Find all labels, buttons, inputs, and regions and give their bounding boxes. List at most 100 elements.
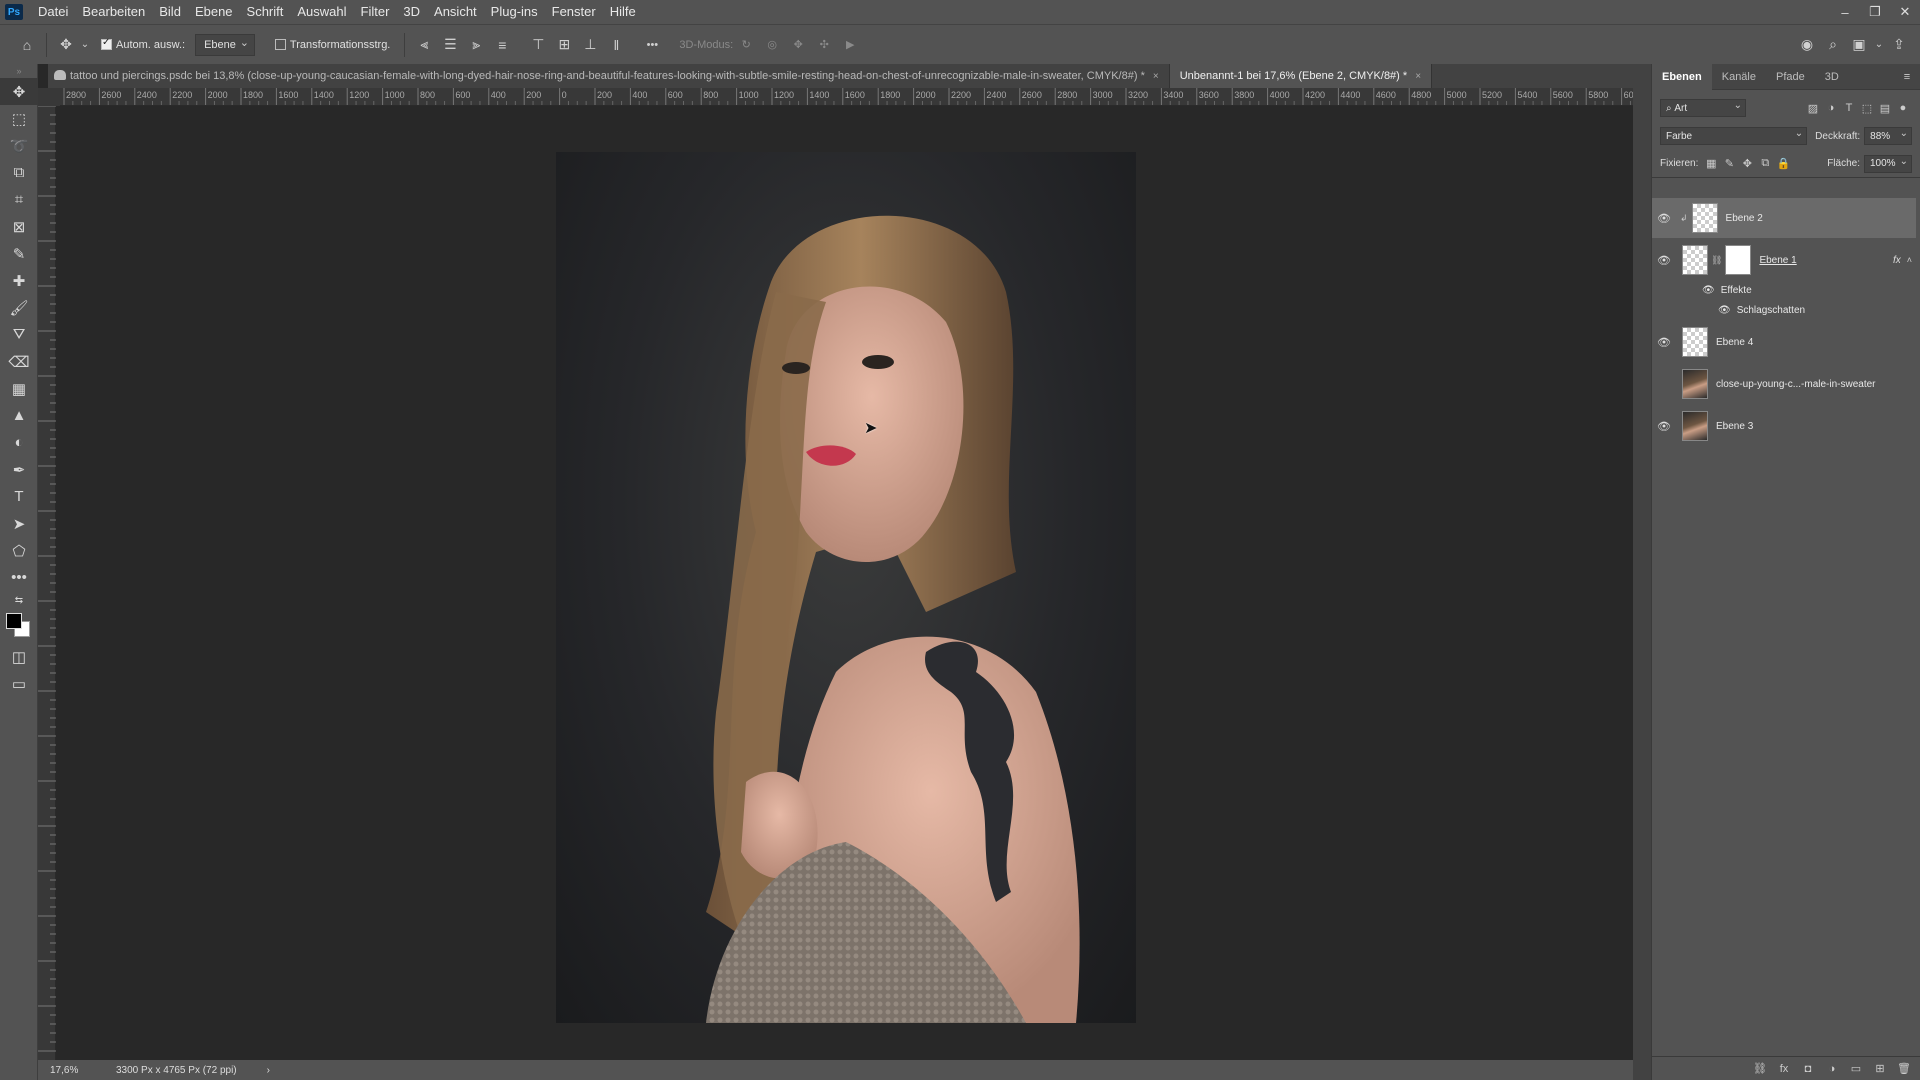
layer-name[interactable]: Ebene 2 bbox=[1726, 213, 1763, 224]
menu-ebene[interactable]: Ebene bbox=[188, 0, 240, 24]
align-right-icon[interactable]: ⫸ bbox=[463, 32, 489, 58]
lock-pixels-icon[interactable]: ✎ bbox=[1720, 155, 1738, 173]
menu-auswahl[interactable]: Auswahl bbox=[290, 0, 353, 24]
filter-pixel-icon[interactable]: ▨ bbox=[1804, 99, 1822, 117]
visibility-eye-icon[interactable]: 👁 bbox=[1652, 254, 1676, 267]
layer-name[interactable]: Ebene 1 bbox=[1759, 255, 1796, 266]
distribute-horizontal-icon[interactable]: ≡ bbox=[489, 32, 515, 58]
tab-tattoo-document[interactable]: tattoo und piercings.psdc bei 13,8% (clo… bbox=[48, 64, 1170, 88]
3d-roll-icon[interactable]: ◎ bbox=[759, 32, 785, 58]
delete-layer-icon[interactable]: 🗑 bbox=[1895, 1060, 1913, 1078]
document-canvas-photo[interactable] bbox=[556, 152, 1136, 1023]
foreground-color-swatch[interactable] bbox=[6, 613, 22, 629]
zoom-level[interactable]: 17,6% bbox=[50, 1065, 90, 1076]
path-selection-tool-icon[interactable]: ➤ bbox=[0, 510, 38, 537]
align-center-icon[interactable]: ☰ bbox=[437, 32, 463, 58]
opacity-input[interactable]: 88% bbox=[1864, 127, 1912, 145]
3d-orbit-icon[interactable]: ↻ bbox=[733, 32, 759, 58]
lock-position-icon[interactable]: ✥ bbox=[1738, 155, 1756, 173]
restore-button[interactable]: ❐ bbox=[1860, 0, 1890, 24]
layer-row[interactable]: 👁 Ebene 4 bbox=[1652, 322, 1916, 362]
auto-select-dropdown[interactable]: Ebene bbox=[195, 33, 255, 56]
layer-name[interactable]: Ebene 4 bbox=[1716, 337, 1753, 348]
layer-row[interactable]: 👁 ⛓ Ebene 1 fx ˄ bbox=[1652, 240, 1916, 280]
layer-row[interactable]: 👁 ↲ Ebene 2 bbox=[1652, 198, 1916, 238]
minimize-button[interactable]: – bbox=[1830, 0, 1860, 24]
tab-unbenannt-1[interactable]: Unbenannt-1 bei 17,6% (Ebene 2, CMYK/8#)… bbox=[1169, 64, 1433, 88]
workspace-icon[interactable]: ▣ bbox=[1846, 32, 1872, 58]
add-mask-icon[interactable]: ◘ bbox=[1799, 1060, 1817, 1078]
lasso-tool-icon[interactable]: ➰ bbox=[0, 132, 38, 159]
menu-plug-ins[interactable]: Plug-ins bbox=[484, 0, 545, 24]
adjustment-layer-icon[interactable]: ◑ bbox=[1823, 1060, 1841, 1078]
swap-colors-icon[interactable]: ⇆ bbox=[0, 591, 38, 609]
layer-name[interactable]: Ebene 3 bbox=[1716, 421, 1753, 432]
pen-tool-icon[interactable]: ✒ bbox=[0, 456, 38, 483]
visibility-eye-icon[interactable]: 👁 bbox=[1652, 420, 1676, 433]
screen-mode-icon[interactable]: ▭ bbox=[0, 670, 38, 697]
tab-3d[interactable]: 3D bbox=[1815, 64, 1849, 90]
more-tools-icon[interactable]: ••• bbox=[0, 564, 38, 591]
visibility-eye-icon[interactable]: 👁 bbox=[1652, 336, 1676, 349]
move-tool-preset-icon[interactable]: ✥ bbox=[53, 32, 79, 58]
menu-bearbeiten[interactable]: Bearbeiten bbox=[75, 0, 152, 24]
collapse-toolbar-icon[interactable]: » bbox=[0, 64, 38, 78]
layer-name[interactable]: close-up-young-c...-male-in-sweater bbox=[1716, 379, 1876, 390]
link-chain-icon[interactable]: ⛓ bbox=[1711, 255, 1722, 266]
menu-ansicht[interactable]: Ansicht bbox=[427, 0, 484, 24]
eye-icon[interactable]: 👁 bbox=[1718, 305, 1731, 316]
link-layers-icon[interactable]: ⛓ bbox=[1751, 1060, 1769, 1078]
lock-all-icon[interactable]: 🔒 bbox=[1774, 155, 1792, 173]
effects-row[interactable]: 👁 Effekte bbox=[1652, 280, 1916, 300]
3d-slide-icon[interactable]: ✣ bbox=[811, 32, 837, 58]
tab-ebenen[interactable]: Ebenen bbox=[1652, 63, 1712, 90]
clone-stamp-tool-icon[interactable]: ⛛ bbox=[0, 321, 38, 348]
healing-brush-tool-icon[interactable]: ✚ bbox=[0, 267, 38, 294]
menu-3d[interactable]: 3D bbox=[396, 0, 427, 24]
auto-select-option[interactable]: Autom. ausw.: bbox=[101, 37, 185, 51]
filter-adjustment-icon[interactable]: ◑ bbox=[1822, 99, 1840, 117]
transform-checkbox[interactable] bbox=[274, 39, 286, 50]
tab-kanaele[interactable]: Kanäle bbox=[1712, 64, 1766, 90]
close-tab-icon[interactable]: × bbox=[1153, 71, 1159, 82]
new-layer-icon[interactable]: ⊞ bbox=[1871, 1060, 1889, 1078]
add-style-icon[interactable]: fx bbox=[1775, 1060, 1793, 1078]
distribute-vertical-icon[interactable]: ‖ bbox=[603, 32, 629, 58]
panel-menu-icon[interactable]: ≡ bbox=[1898, 68, 1916, 86]
tab-pfade[interactable]: Pfade bbox=[1766, 64, 1815, 90]
filter-shape-icon[interactable]: ⬚ bbox=[1858, 99, 1876, 117]
fill-input[interactable]: 100% bbox=[1864, 154, 1912, 173]
more-options-button[interactable]: ••• bbox=[639, 32, 665, 58]
frame-tool-icon[interactable]: ⊠ bbox=[0, 213, 38, 240]
marquee-tool-icon[interactable]: ⬚ bbox=[0, 105, 38, 132]
align-bottom-icon[interactable]: ⊥ bbox=[577, 32, 603, 58]
filter-toggle-icon[interactable]: ● bbox=[1894, 99, 1912, 117]
search-icon[interactable]: ⌕ bbox=[1820, 32, 1846, 58]
color-swatches[interactable] bbox=[0, 609, 37, 643]
filter-type-icon[interactable]: T bbox=[1840, 99, 1858, 117]
layer-filter-dropdown[interactable]: ⌕ Art bbox=[1660, 99, 1746, 117]
share-icon[interactable]: ⇪ bbox=[1886, 32, 1912, 58]
gradient-tool-icon[interactable]: ▦ bbox=[0, 375, 38, 402]
align-left-icon[interactable]: ⫷ bbox=[411, 32, 437, 58]
auto-select-checkbox[interactable] bbox=[101, 37, 112, 50]
type-tool-icon[interactable]: T bbox=[0, 483, 38, 510]
chevron-down-icon[interactable]: ⌄ bbox=[1872, 32, 1886, 58]
3d-camera-icon[interactable]: ▶ bbox=[837, 32, 863, 58]
effect-item-row[interactable]: 👁 Schlagschatten bbox=[1652, 300, 1916, 320]
quick-mask-icon[interactable]: ◫ bbox=[0, 643, 38, 670]
brush-tool-icon[interactable]: 🖌 bbox=[0, 294, 38, 321]
3d-pan-icon[interactable]: ✥ bbox=[785, 32, 811, 58]
menu-hilfe[interactable]: Hilfe bbox=[603, 0, 643, 24]
layer-row[interactable]: ▢ close-up-young-c...-male-in-sweater bbox=[1652, 364, 1916, 404]
menu-filter[interactable]: Filter bbox=[354, 0, 397, 24]
menu-fenster[interactable]: Fenster bbox=[545, 0, 603, 24]
align-middle-icon[interactable]: ⊞ bbox=[551, 32, 577, 58]
chevron-down-icon[interactable]: ⌄ bbox=[79, 32, 91, 58]
share-user-icon[interactable]: ◉ bbox=[1794, 32, 1820, 58]
shape-tool-icon[interactable]: ⬠ bbox=[0, 537, 38, 564]
lock-transparency-icon[interactable]: ▦ bbox=[1702, 155, 1720, 173]
align-top-icon[interactable]: ⊤ bbox=[525, 32, 551, 58]
menu-bild[interactable]: Bild bbox=[152, 0, 188, 24]
eye-icon[interactable]: 👁 bbox=[1702, 285, 1715, 296]
